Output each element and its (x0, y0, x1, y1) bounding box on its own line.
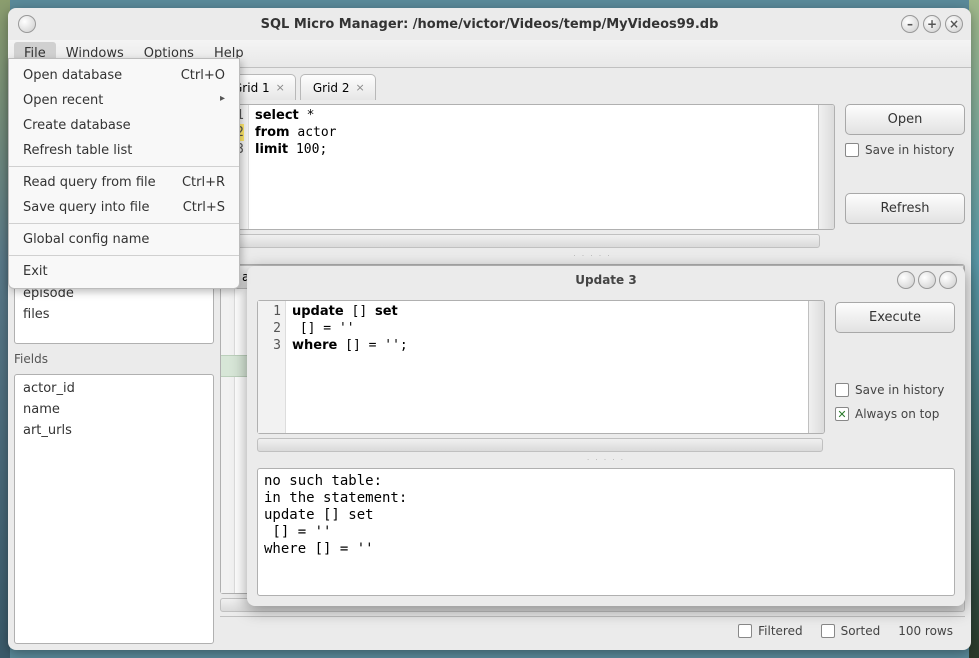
refresh-button[interactable]: Refresh (845, 193, 965, 224)
close-icon[interactable]: × (356, 81, 365, 94)
close-icon[interactable]: × (276, 81, 285, 94)
tabs: Grid 1× Grid 2× (220, 74, 965, 100)
titlebar: SQL Micro Manager: /home/victor/Videos/t… (8, 8, 971, 40)
update-dialog: Update 3 123 update [] set [] = '' where… (247, 266, 965, 606)
menu-save-query[interactable]: Save query into fileCtrl+S (9, 195, 239, 220)
update-query-editor[interactable]: 123 update [] set [] = '' where [] = ''; (257, 300, 825, 434)
statusbar: Filtered Sorted 100 rows (220, 616, 965, 644)
list-item[interactable]: art_urls (15, 420, 213, 441)
scrollbar-vertical[interactable] (808, 301, 824, 433)
list-item[interactable]: files (15, 304, 213, 325)
fields-label: Fields (14, 350, 214, 368)
maximize-icon[interactable]: + (923, 15, 941, 33)
menu-create-database[interactable]: Create database (9, 113, 239, 138)
menu-open-recent[interactable]: Open recent▸ (9, 88, 239, 113)
code-area[interactable]: select * from actor limit 100; (249, 105, 818, 229)
splitter-icon[interactable]: · · · · · (257, 456, 955, 464)
minimize-icon[interactable]: – (901, 15, 919, 33)
sorted-checkbox[interactable]: Sorted (821, 624, 881, 638)
menu-global-config[interactable]: Global config name (9, 227, 239, 252)
menu-read-query[interactable]: Read query from fileCtrl+R (9, 170, 239, 195)
chevron-right-icon: ▸ (220, 93, 225, 108)
filtered-checkbox[interactable]: Filtered (738, 624, 802, 638)
error-output: no such table: in the statement: update … (257, 468, 955, 596)
maximize-icon[interactable] (918, 271, 936, 289)
file-menu-dropdown: Open databaseCtrl+O Open recent▸ Create … (8, 58, 240, 289)
fields-list[interactable]: actor_id name art_urls (14, 374, 214, 644)
line-gutter: 123 (258, 301, 286, 433)
save-in-history-checkbox[interactable]: Save in history (845, 143, 965, 157)
menu-exit[interactable]: Exit (9, 259, 239, 284)
dialog-titlebar: Update 3 (247, 266, 965, 294)
window-title: SQL Micro Manager: /home/victor/Videos/t… (261, 17, 719, 32)
execute-button[interactable]: Execute (835, 302, 955, 333)
row-count: 100 rows (898, 624, 953, 638)
close-icon[interactable]: × (945, 15, 963, 33)
dialog-title: Update 3 (575, 273, 636, 287)
close-icon[interactable] (939, 271, 957, 289)
menu-open-database[interactable]: Open databaseCtrl+O (9, 63, 239, 88)
list-item[interactable]: name (15, 399, 213, 420)
tab-grid-2[interactable]: Grid 2× (300, 74, 376, 100)
code-area[interactable]: update [] set [] = '' where [] = ''; (286, 301, 808, 433)
query-editor[interactable]: 123 select * from actor limit 100; (220, 104, 835, 230)
scrollbar-vertical[interactable] (818, 105, 834, 229)
minimize-icon[interactable] (897, 271, 915, 289)
save-in-history-checkbox[interactable]: Save in history (835, 383, 955, 397)
splitter-icon[interactable]: · · · · · (220, 252, 965, 260)
open-button[interactable]: Open (845, 104, 965, 135)
close-icon[interactable] (18, 15, 36, 33)
list-item[interactable]: actor_id (15, 378, 213, 399)
scrollbar-horizontal[interactable] (220, 234, 820, 248)
menu-refresh-table-list[interactable]: Refresh table list (9, 138, 239, 163)
always-on-top-checkbox[interactable]: Always on top (835, 407, 955, 421)
scrollbar-horizontal[interactable] (257, 438, 823, 452)
